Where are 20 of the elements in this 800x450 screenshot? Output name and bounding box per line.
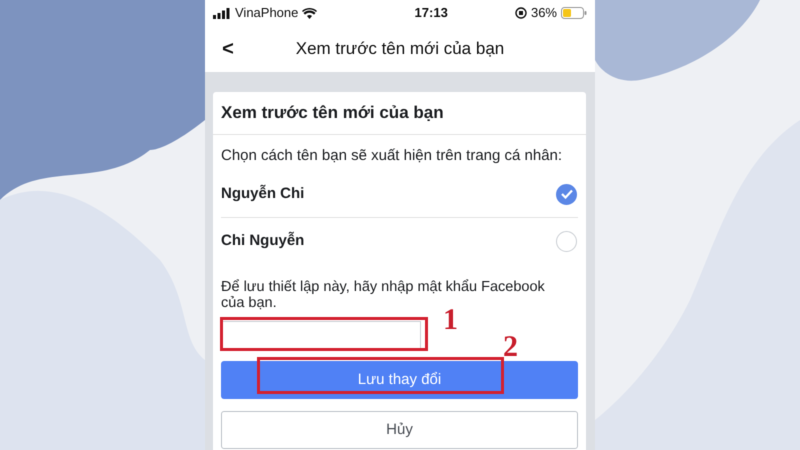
orientation-lock-icon [514, 7, 527, 19]
battery-icon [561, 7, 587, 19]
cancel-button[interactable]: Hủy [221, 411, 578, 449]
wifi-icon [302, 8, 318, 18]
radio-button[interactable] [556, 184, 577, 204]
page-title: Xem trước tên mới của bạn [294, 38, 506, 60]
name-option-label: Nguyễn Chi [221, 184, 304, 204]
signal-icon [213, 8, 231, 18]
save-button[interactable]: Lưu thay đổi [221, 361, 578, 399]
step-number: 1 [443, 305, 458, 335]
instruction-text: Chọn cách tên bạn sẽ xuất hiện trên trang cá nhân: [221, 146, 564, 166]
radio-button[interactable] [556, 231, 577, 252]
checkmark-icon [560, 189, 572, 199]
back-button[interactable]: < [219, 34, 237, 64]
card-title: Xem trước tên mới của bạn [213, 92, 586, 134]
carrier-name: VinaPhone [235, 4, 298, 22]
name-option-label: Chi Nguyễn [221, 230, 304, 252]
status-time: 17:13 [414, 4, 448, 22]
battery-percent: 36% [530, 4, 557, 22]
step-number: 2 [503, 332, 518, 362]
